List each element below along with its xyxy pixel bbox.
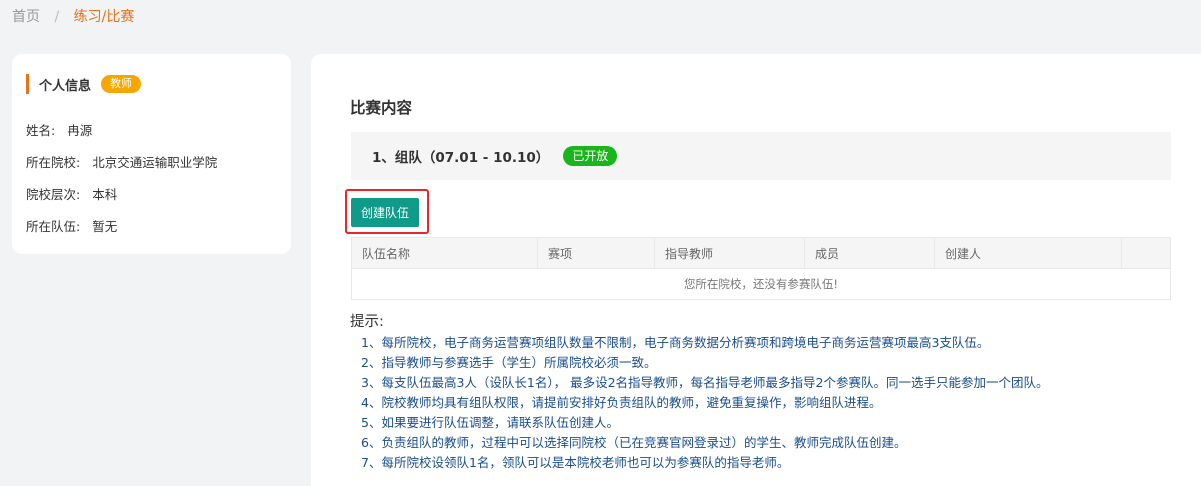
table-header: 队伍名称 赛项 指导教师 成员 创建人 [352, 238, 1170, 269]
breadcrumb: 首页 / 练习/比赛 [12, 8, 134, 26]
breadcrumb-separator: / [54, 9, 60, 25]
tip-item: 2、指导教师与参赛选手（学生）所属院校必须一致。 [361, 355, 657, 370]
team-table: 队伍名称 赛项 指导教师 成员 创建人 您所在院校，还没有参赛队伍! [351, 237, 1171, 300]
stage-bar: 1、组队（07.01 - 10.10） 已开放 [351, 132, 1171, 180]
column-header-actions [1122, 238, 1170, 268]
tips-list: 1、每所院校，电子商务运营赛项组队数量不限制，电子商务数据分析赛项和跨境电子商务… [361, 333, 1049, 473]
column-header-creator: 创建人 [935, 238, 1122, 268]
profile-value: 北京交通运输职业学院 [92, 155, 218, 170]
profile-value: 本科 [92, 187, 118, 202]
profile-label: 所在院校: [26, 155, 81, 170]
stage-status-badge: 已开放 [563, 146, 618, 166]
profile-value: 冉源 [67, 123, 93, 138]
role-badge: 教师 [101, 75, 142, 93]
column-header-team-name: 队伍名称 [352, 238, 538, 268]
profile-row-school: 所在院校: 北京交通运输职业学院 [26, 152, 217, 171]
profile-card: 个人信息 教师 姓名: 冉源 所在院校: 北京交通运输职业学院 院校层次: 本科 所在… [12, 54, 291, 254]
table-empty-message: 您所在院校，还没有参赛队伍! [683, 277, 839, 291]
stage-label: 1、组队（07.01 - 10.10） [372, 150, 550, 166]
tip-item: 6、负责组队的教师，过程中可以选择同院校（已在竞赛官网登录过）的学生、教师完成队… [361, 435, 907, 450]
column-header-event: 赛项 [538, 238, 655, 268]
profile-title: 个人信息 教师 [26, 74, 142, 94]
competition-panel: 比赛内容 1、组队（07.01 - 10.10） 已开放 创建队伍 队伍名称 赛… [311, 54, 1201, 486]
section-title: 比赛内容 [350, 99, 413, 117]
profile-label: 所在队伍: [26, 219, 81, 234]
profile-row-team: 所在队伍: 暂无 [26, 216, 117, 235]
tip-item: 3、每支队伍最高3人（设队长1名）， 最多设2名指导教师，每名指导老师最多指导2… [361, 375, 1049, 390]
profile-row-name: 姓名: 冉源 [26, 120, 92, 139]
create-team-button[interactable]: 创建队伍 [351, 198, 419, 227]
profile-label: 姓名: [26, 123, 56, 138]
tip-item: 1、每所院校，电子商务运营赛项组队数量不限制，电子商务数据分析赛项和跨境电子商务… [361, 335, 990, 350]
profile-row-level: 院校层次: 本科 [26, 184, 117, 203]
profile-label: 院校层次: [26, 187, 81, 202]
profile-value: 暂无 [92, 219, 118, 234]
breadcrumb-home[interactable]: 首页 [12, 9, 40, 25]
column-header-members: 成员 [805, 238, 935, 268]
tips-title: 提示: [350, 314, 384, 330]
column-header-advisor: 指导教师 [655, 238, 805, 268]
tip-item: 7、每所院校设领队1名，领队可以是本院校老师也可以为参赛队的指导老师。 [361, 455, 790, 470]
profile-title-text: 个人信息 [39, 78, 92, 94]
breadcrumb-current: 练习/比赛 [73, 9, 135, 25]
tip-item: 5、如果要进行队伍调整，请联系队伍创建人。 [361, 415, 619, 430]
tip-item: 4、院校教师均具有组队权限，请提前安排好负责组队的教师，避免重复操作，影响组队进… [361, 395, 882, 410]
